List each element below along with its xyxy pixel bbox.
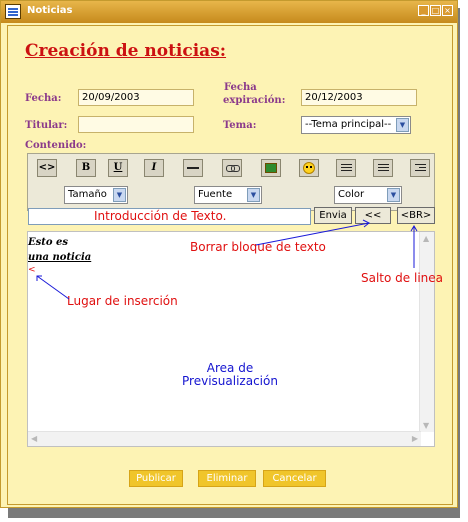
window: Noticias _ □ × Creación de noticias: Fec… [0, 0, 458, 508]
eliminar-button[interactable]: Eliminar [198, 470, 256, 487]
borrar-arrow [255, 222, 370, 246]
cancelar-button[interactable]: Cancelar [263, 470, 326, 487]
annotation-arrows [36, 219, 418, 300]
lugar-arrow [36, 275, 70, 300]
publicar-button[interactable]: Publicar [129, 470, 183, 487]
